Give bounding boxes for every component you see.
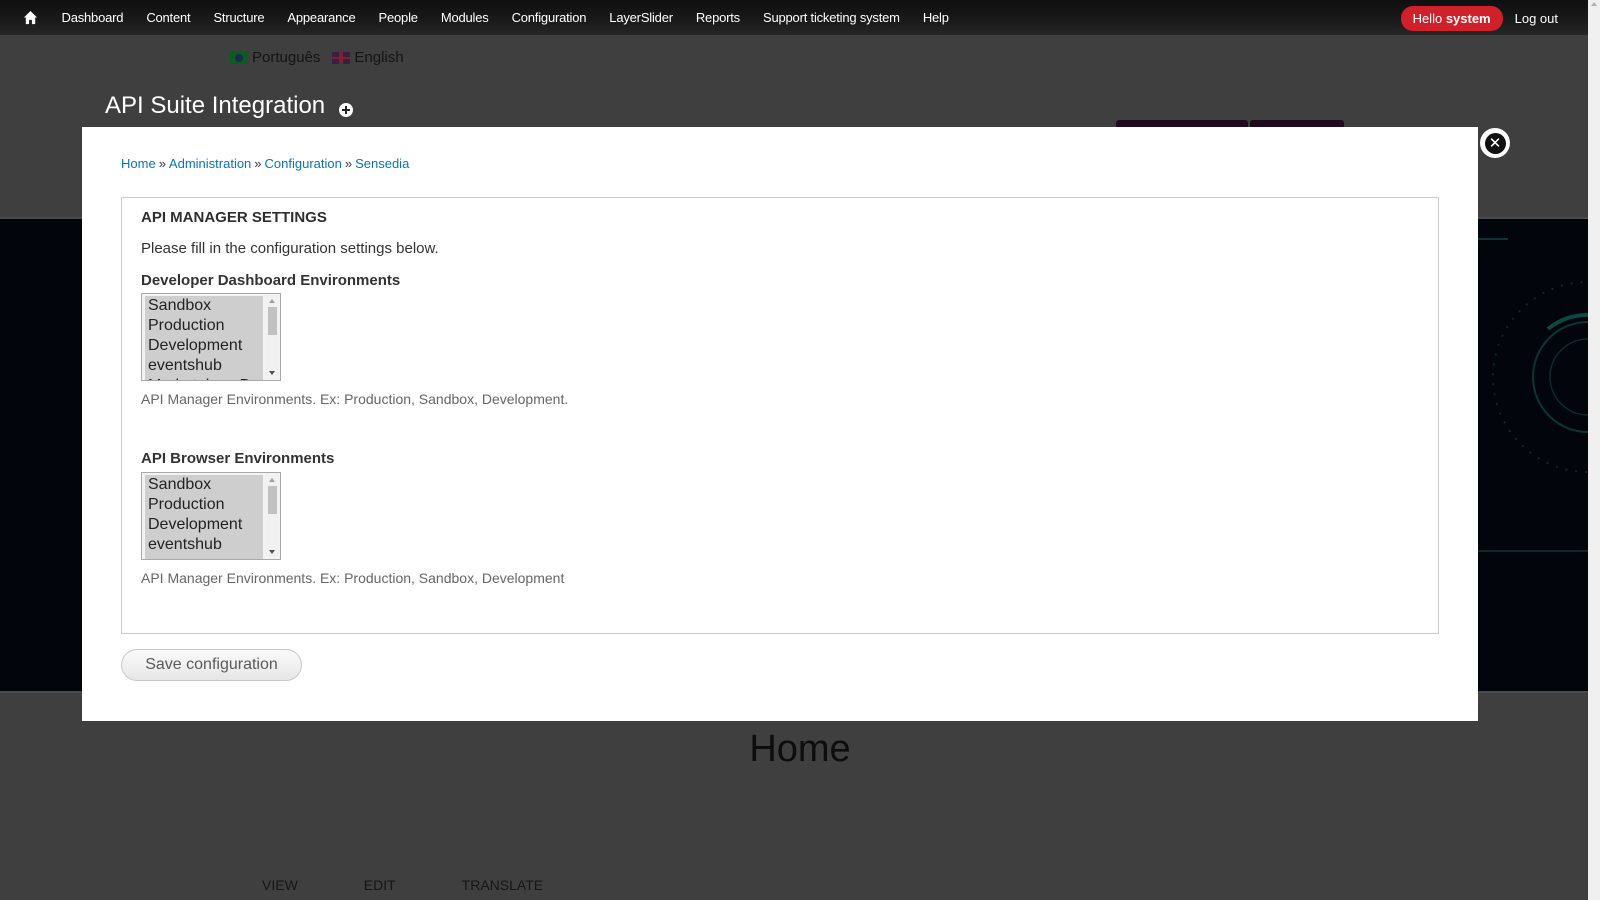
toolbar-user-area: Hello system Log out [1400, 6, 1558, 31]
developer-dashboard-environments-label: Developer Dashboard Environments [141, 272, 401, 289]
toolbar-item-support-ticketing[interactable]: Support ticketing system [751, 10, 911, 25]
scroll-down-arrow-icon[interactable] [269, 550, 275, 554]
plus-circle-icon[interactable] [339, 103, 353, 117]
home-icon [23, 10, 37, 25]
toolbar-item-reports[interactable]: Reports [684, 10, 751, 25]
breadcrumb-configuration[interactable]: Configuration [265, 156, 342, 171]
modal-close-button[interactable]: ✕ [1480, 128, 1510, 158]
fieldset-legend: API MANAGER SETTINGS [141, 209, 327, 226]
breadcrumb-administration[interactable]: Administration [169, 156, 251, 171]
toolbar-item-people[interactable]: People [367, 10, 429, 25]
list-option[interactable]: Marketplace D [145, 376, 263, 380]
settings-modal: Home» Administration» Configuration» Sensed… [82, 127, 1478, 721]
scroll-up-arrow-icon[interactable] [1591, 2, 1597, 6]
list-option[interactable]: Development [145, 515, 263, 535]
scroll-up-arrow-icon[interactable] [269, 299, 275, 303]
tab-translate[interactable]: TRANSLATE [462, 877, 543, 893]
list-option[interactable]: eventshub [145, 535, 263, 555]
scrollbar-thumb[interactable] [268, 486, 277, 514]
hello-username: system [1445, 11, 1491, 26]
tab-view[interactable]: VIEW [262, 877, 298, 893]
scrollbar-thumb[interactable] [268, 307, 277, 335]
field-description: API Manager Environments. Ex: Production… [141, 391, 569, 407]
language-label: Português [252, 49, 321, 66]
list-option[interactable]: Sandbox [145, 475, 263, 495]
scroll-down-arrow-icon[interactable] [269, 371, 275, 375]
admin-toolbar: Dashboard Content Structure Appearance P… [0, 0, 1588, 35]
uk-flag-icon [332, 51, 351, 64]
toolbar-home-link[interactable] [10, 0, 50, 35]
page-tabs: VIEW EDIT TRANSLATE [262, 877, 609, 893]
site-title: API Suite Integration [105, 92, 326, 119]
list-option[interactable]: eventshub [145, 356, 263, 376]
toolbar-item-configuration[interactable]: Configuration [500, 10, 598, 25]
toolbar-item-dashboard[interactable]: Dashboard [50, 10, 135, 25]
listbox-options: Sandbox Production Development eventshub… [145, 296, 263, 380]
breadcrumb-sensedia[interactable]: Sensedia [355, 156, 409, 171]
list-option[interactable]: Production [145, 316, 263, 336]
breadcrumb: Home» Administration» Configuration» Sensed… [121, 156, 409, 171]
developer-dashboard-environments-select[interactable]: Sandbox Production Development eventshub… [141, 293, 281, 381]
toolbar-item-layerslider[interactable]: LayerSlider [598, 10, 685, 25]
breadcrumb-home[interactable]: Home [121, 156, 156, 171]
tab-edit[interactable]: EDIT [364, 877, 396, 893]
api-browser-environments-select[interactable]: Sandbox Production Development eventshub [141, 472, 281, 560]
fieldset-intro: Please fill in the configuration setting… [141, 240, 439, 257]
toolbar-item-content[interactable]: Content [135, 10, 202, 25]
toolbar-item-modules[interactable]: Modules [429, 10, 500, 25]
hello-prefix: Hello [1412, 11, 1443, 26]
logout-link[interactable]: Log out [1515, 11, 1558, 26]
listbox-scrollbar[interactable] [265, 295, 279, 379]
language-label: English [354, 49, 404, 66]
toolbar-menu: Dashboard Content Structure Appearance P… [50, 10, 960, 25]
brazil-flag-icon [230, 51, 248, 64]
language-switcher: Português English [230, 49, 416, 66]
api-browser-environments-label: API Browser Environments [141, 450, 335, 467]
toolbar-item-appearance[interactable]: Appearance [276, 10, 367, 25]
close-icon: ✕ [1484, 132, 1506, 154]
field-description: API Manager Environments. Ex: Production… [141, 570, 565, 586]
list-option[interactable]: Production [145, 495, 263, 515]
breadcrumb-separator: » [254, 156, 262, 171]
save-configuration-button[interactable]: Save configuration [121, 649, 302, 681]
language-english[interactable]: English [332, 49, 404, 66]
page-heading: Home [749, 728, 851, 770]
list-option[interactable]: Sandbox [145, 296, 263, 316]
breadcrumb-separator: » [344, 156, 353, 171]
listbox-scrollbar[interactable] [265, 474, 279, 558]
api-manager-settings-fieldset: API MANAGER SETTINGS Please fill in the … [121, 197, 1439, 634]
breadcrumb-separator: » [158, 156, 166, 171]
scroll-up-arrow-icon[interactable] [269, 478, 275, 482]
listbox-options: Sandbox Production Development eventshub [145, 475, 263, 559]
toolbar-item-structure[interactable]: Structure [202, 10, 276, 25]
list-option[interactable]: Development [145, 336, 263, 356]
hello-user-badge[interactable]: Hello system [1400, 6, 1503, 31]
toolbar-item-help[interactable]: Help [911, 10, 960, 25]
language-portuguese[interactable]: Português [230, 49, 320, 66]
